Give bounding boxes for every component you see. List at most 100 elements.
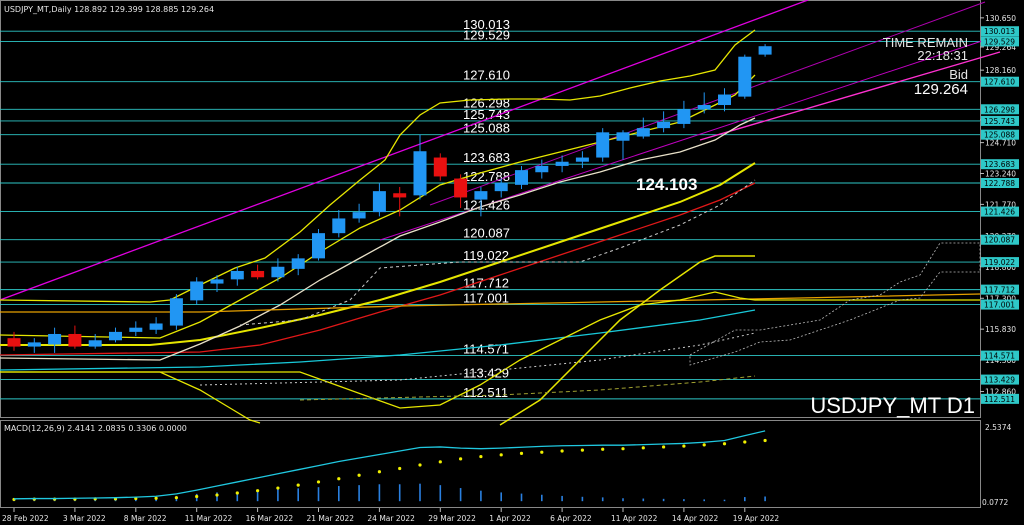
- candle-body-3: [68, 333, 82, 347]
- macd-hist-bar-19: [398, 484, 401, 502]
- price-tick-label-2: 128.160: [985, 66, 1016, 75]
- macd-signal-dot-7: [154, 496, 158, 500]
- macd-signal-dot-18: [377, 470, 381, 474]
- candle-body-26: [535, 165, 549, 173]
- candle-body-36: [738, 56, 752, 97]
- candle-body-17: [352, 212, 366, 219]
- macd-signal-dot-36: [743, 440, 747, 444]
- time-tick-label-4: 16 Mar 2022: [246, 514, 294, 523]
- symbol-watermark: USDJPY_MT D1: [810, 393, 975, 418]
- price-tag-label-13: 114.571: [984, 352, 1015, 361]
- price-tag-label-4: 125.743: [984, 117, 1015, 126]
- time-tick-label-10: 11 Apr 2022: [611, 514, 658, 523]
- time-tick-label-11: 14 Apr 2022: [672, 514, 719, 523]
- price-tag-label-12: 117.001: [984, 301, 1015, 310]
- candle-body-7: [149, 323, 163, 330]
- macd-hist-bar-37: [764, 496, 766, 502]
- price-tag-label-11: 117.712: [984, 286, 1015, 295]
- time-tick-label-8: 1 Apr 2022: [489, 514, 531, 523]
- candle-body-22: [454, 178, 468, 198]
- macd-signal-dot-9: [195, 494, 199, 499]
- macd-hist-bar-28: [581, 496, 584, 502]
- time-tick-label-1: 3 Mar 2022: [63, 514, 106, 523]
- candle-body-8: [169, 298, 183, 326]
- level-label-12: 117.001: [463, 291, 509, 306]
- candle-body-13: [271, 266, 285, 278]
- candle-body-9: [190, 281, 204, 301]
- macd-signal-dot-12: [256, 489, 260, 493]
- price-tag-label-3: 126.298: [984, 105, 1015, 114]
- candle-body-25: [515, 170, 528, 185]
- candle-body-10: [210, 279, 224, 284]
- price-tag-label-8: 121.426: [984, 208, 1015, 217]
- macd-hist-bar-22: [459, 488, 462, 502]
- macd-signal-dot-35: [722, 442, 727, 446]
- macd-hist-bar-36: [744, 497, 746, 502]
- candle-body-37: [758, 46, 772, 55]
- price-tag-label-2: 127.610: [984, 78, 1015, 87]
- symbol-info: USDJPY_MT,Daily 128.892 129.399 128.885 …: [4, 5, 214, 14]
- macd-signal-dot-13: [276, 486, 280, 490]
- candle-body-27: [555, 161, 569, 166]
- candle-body-23: [474, 191, 488, 200]
- time-tick-label-0: 28 Feb 2022: [2, 514, 49, 523]
- level-label-1: 129.529: [463, 27, 510, 42]
- candle-body-20: [413, 151, 427, 196]
- price-tag-label-9: 120.087: [984, 236, 1015, 245]
- macd-signal-dot-29: [601, 447, 605, 451]
- usdjpy-daily-chart[interactable]: 130.013129.529127.610126.298125.743125.0…: [0, 0, 1024, 525]
- macd-tick-label-0: 2.5374: [985, 423, 1011, 432]
- time-tick-label-12: 19 Apr 2022: [733, 514, 780, 523]
- candle-body-14: [291, 258, 305, 269]
- macd-signal-dot-16: [337, 477, 341, 481]
- macd-signal-dot-31: [641, 446, 645, 450]
- macd-signal-dot-17: [357, 473, 361, 477]
- candle-body-2: [48, 333, 62, 345]
- macd-signal-dot-10: [215, 493, 219, 497]
- bid-value: 129.264: [914, 81, 968, 98]
- time-remain-value: 22:18:31: [917, 48, 968, 63]
- candle-body-15: [312, 233, 325, 259]
- level-label-9: 120.087: [463, 226, 510, 241]
- candle-body-5: [109, 331, 122, 341]
- level-label-6: 123.683: [463, 150, 510, 165]
- macd-label: MACD(12,26,9) 2.4141 2.0835 0.3306 0.000…: [4, 424, 187, 433]
- price-tag-label-15: 112.511: [984, 395, 1015, 404]
- time-tick-label-5: 21 Mar 2022: [307, 514, 355, 523]
- macd-hist-bar-35: [723, 499, 726, 502]
- price-tag-label-14: 113.429: [984, 376, 1015, 385]
- time-tick-label-3: 11 Mar 2022: [185, 514, 233, 523]
- macd-signal-dot-14: [296, 483, 300, 487]
- price-tag-label-5: 125.088: [984, 131, 1015, 140]
- macd-hist-bar-24: [500, 492, 502, 502]
- time-tick-label-7: 29 Mar 2022: [428, 514, 476, 523]
- candle-body-24: [494, 182, 508, 192]
- macd-signal-dot-24: [499, 453, 503, 457]
- price-tick-label-0: 130.650: [985, 14, 1016, 23]
- time-tick-label-2: 8 Mar 2022: [124, 514, 167, 523]
- macd-signal-dot-21: [438, 460, 442, 464]
- bid-label: Bid: [949, 67, 968, 82]
- candle-body-34: [697, 105, 711, 110]
- macd-hist-bar-23: [480, 490, 482, 502]
- price-callout: 124.103: [636, 175, 697, 194]
- level-label-5: 125.088: [463, 121, 510, 136]
- macd-signal-dot-26: [540, 450, 544, 454]
- macd-hist-bar-16: [338, 486, 340, 502]
- level-label-2: 127.610: [463, 68, 510, 83]
- macd-signal-dot-25: [519, 451, 524, 455]
- candle-body-28: [575, 157, 589, 162]
- macd-signal-dot-20: [418, 463, 422, 467]
- macd-signal-dot-37: [763, 438, 767, 443]
- price-tag-label-1: 129.529: [984, 37, 1015, 46]
- price-tag-label-6: 123.683: [984, 160, 1015, 169]
- candle-body-11: [230, 270, 244, 280]
- macd-hist-bar-15: [317, 487, 320, 502]
- macd-signal-dot-33: [682, 444, 686, 448]
- macd-hist-bar-30: [622, 498, 624, 502]
- macd-hist-bar-26: [541, 494, 543, 502]
- macd-signal-dot-8: [174, 496, 178, 500]
- candle-body-4: [88, 340, 102, 347]
- macd-signal-dot-32: [662, 445, 666, 449]
- price-tick-label-4: 124.710: [985, 139, 1016, 148]
